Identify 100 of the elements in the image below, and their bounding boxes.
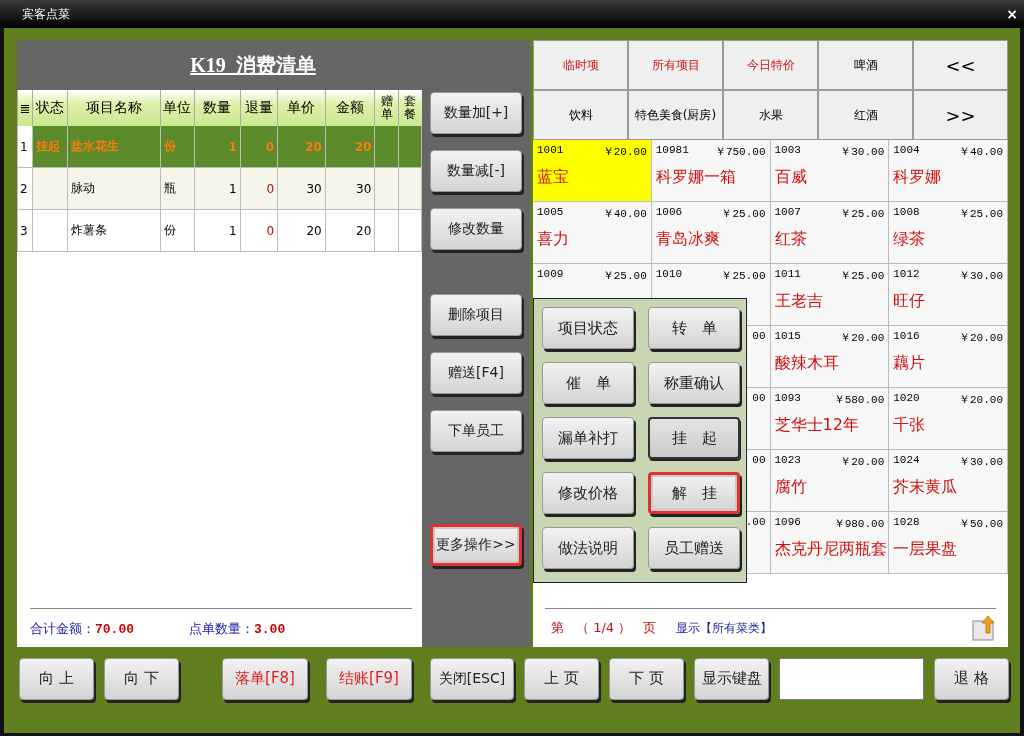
toolbar-button[interactable]: 结账[F9]	[326, 657, 412, 700]
column-header: 状态	[32, 90, 68, 126]
dish-tile[interactable]: 1024 ￥30.00 芥末黄瓜	[889, 450, 1008, 512]
category-tab[interactable]: 啤酒	[818, 40, 913, 90]
dish-code: 1010	[655, 268, 683, 282]
dish-price: ￥980.00	[833, 517, 885, 530]
text-input[interactable]	[779, 657, 924, 700]
toolbar-button[interactable]: 下 页	[609, 657, 684, 700]
action-button[interactable]: 赠送[F4]	[430, 352, 522, 394]
table-cell: 炸薯条	[70, 223, 107, 237]
dish-tile[interactable]: 1028 ￥50.00 一层果盘	[889, 512, 1008, 574]
dish-name: 红茶	[774, 229, 808, 250]
action-button[interactable]: 数量减[-]	[430, 150, 522, 192]
action-button[interactable]: 数量加[+]	[430, 92, 522, 134]
page-label: 第	[551, 619, 564, 637]
menu-button[interactable]: 修改价格	[542, 472, 634, 514]
dish-tile[interactable]: 1020 ￥20.00 千张	[889, 388, 1008, 450]
toolbar-button[interactable]: 向 下	[104, 657, 179, 700]
action-button[interactable]: 删除项目	[430, 294, 522, 336]
dish-price: ￥25.00	[840, 269, 885, 282]
dish-price: ￥20.00	[602, 145, 647, 158]
dish-code: 10981	[655, 144, 689, 158]
dish-tile[interactable]: 1016 ￥20.00 藕片	[889, 326, 1008, 388]
dish-tile[interactable]: 1012 ￥30.00 旺仔	[889, 264, 1008, 326]
dish-tile[interactable]: 1005 ￥40.00 喜力	[533, 202, 652, 264]
dish-code: 1096	[774, 516, 801, 530]
dish-tile[interactable]: 1023 ￥20.00 腐竹	[770, 450, 890, 512]
toolbar-button[interactable]: 向 上	[19, 657, 94, 700]
dish-tile[interactable]: 10981 ￥750.00 科罗娜一箱	[651, 140, 771, 202]
category-tab[interactable]: 临时项	[533, 40, 628, 90]
dish-tile[interactable]: 1011 ￥25.00 王老吉	[770, 264, 890, 326]
dish-tile[interactable]: 1096 ￥980.00 杰克丹尼两瓶套	[770, 512, 890, 574]
dish-tile[interactable]: 1008 ￥25.00 绿茶	[889, 202, 1008, 264]
total-value: 3.00	[254, 622, 286, 637]
dish-tile[interactable]: 1001 ￥20.00 蓝宝	[533, 140, 652, 202]
dish-price: ￥40.00	[602, 207, 647, 220]
menu-button[interactable]: 催 单	[542, 362, 634, 404]
dish-code: 1008	[893, 206, 920, 220]
dish-price: ￥20.00	[840, 455, 885, 468]
total-label: 合计金额：	[30, 621, 95, 636]
menu-button[interactable]: 解 挂	[648, 472, 740, 514]
dish-name: 芥末黄瓜	[893, 477, 959, 498]
dish-name: 千张	[893, 415, 927, 436]
dish-price: ￥580.00	[833, 393, 885, 406]
dish-code: 1016	[893, 330, 920, 344]
category-tab[interactable]: 饮料	[533, 90, 628, 140]
toolbar-button[interactable]: 退 格	[934, 657, 1009, 700]
dish-price: ￥25.00	[959, 207, 1003, 220]
menu-button[interactable]: 项目状态	[542, 307, 634, 349]
table-cell: 脉动	[70, 181, 95, 195]
dish-name: 腐竹	[774, 477, 808, 498]
action-button[interactable]: 更多操作>>	[430, 524, 522, 566]
dish-code: 1006	[655, 206, 683, 220]
category-tab[interactable]: 特色美食(厨房)	[628, 90, 723, 140]
toolbar-button[interactable]: 显示键盘	[694, 657, 769, 700]
table-cell: 30	[306, 181, 322, 196]
dish-tile[interactable]: 1007 ￥25.00 红茶	[770, 202, 890, 264]
dish-price: ￥20.00	[840, 331, 885, 344]
toolbar-button[interactable]: 关闭[ESC]	[430, 657, 514, 700]
menu-button[interactable]: 转 单	[648, 307, 740, 349]
dish-name: 一层果盘	[893, 539, 959, 560]
dish-code: 1007	[774, 206, 801, 220]
action-button[interactable]: 下单员工	[430, 410, 522, 452]
row-number: 2	[20, 181, 28, 196]
row-number: 1	[20, 139, 28, 154]
window-title: 宾客点菜	[22, 5, 70, 23]
table-cell: 0	[266, 181, 275, 196]
toolbar-button[interactable]: 上 页	[524, 657, 599, 700]
menu-button[interactable]: 称重确认	[648, 362, 740, 404]
page-up-arrow-icon[interactable]	[972, 615, 996, 641]
category-tab[interactable]: 今日特价	[723, 40, 818, 90]
dish-tile[interactable]: 1006 ￥25.00 青岛冰爽	[651, 202, 771, 264]
table-cell: 瓶	[163, 181, 176, 195]
page-tab-button[interactable]: <<	[913, 40, 1008, 90]
menu-button[interactable]: 漏单补打	[542, 417, 634, 459]
action-button[interactable]: 修改数量	[430, 208, 522, 250]
category-tab[interactable]: 所有项目	[628, 40, 723, 90]
dish-tile[interactable]: 1093 ￥580.00 芝华士12年	[770, 388, 890, 450]
table-cell: 1	[229, 223, 237, 238]
dish-name: 科罗娜	[893, 167, 943, 188]
menu-button[interactable]: 挂 起	[648, 417, 740, 459]
menu-button[interactable]: 员工赠送	[648, 527, 740, 569]
table-cell: 1	[229, 181, 237, 196]
dish-tile[interactable]: 1015 ￥20.00 酸辣木耳	[770, 326, 890, 388]
dish-price: 00	[752, 330, 766, 344]
dish-tile[interactable]: 1003 ￥30.00 百威	[770, 140, 890, 202]
menu-button[interactable]: 做法说明	[542, 527, 634, 569]
dish-code: 1011	[774, 268, 801, 282]
dish-tile[interactable]: 1004 ￥40.00 科罗娜	[889, 140, 1008, 202]
category-tab[interactable]: 水果	[723, 90, 818, 140]
dish-name: 蓝宝	[537, 167, 570, 188]
category-tab[interactable]: 红酒	[818, 90, 913, 140]
dish-code: 1020	[893, 392, 920, 406]
dish-price: ￥20.00	[959, 393, 1003, 406]
toolbar-button[interactable]: 落单[F8]	[222, 657, 308, 700]
page-tab-button[interactable]: >>	[913, 90, 1008, 140]
page-label: 页	[643, 619, 657, 637]
close-button[interactable]: ×	[1006, 7, 1018, 21]
column-header: 退量	[240, 90, 278, 126]
dish-code: 1024	[893, 454, 920, 468]
